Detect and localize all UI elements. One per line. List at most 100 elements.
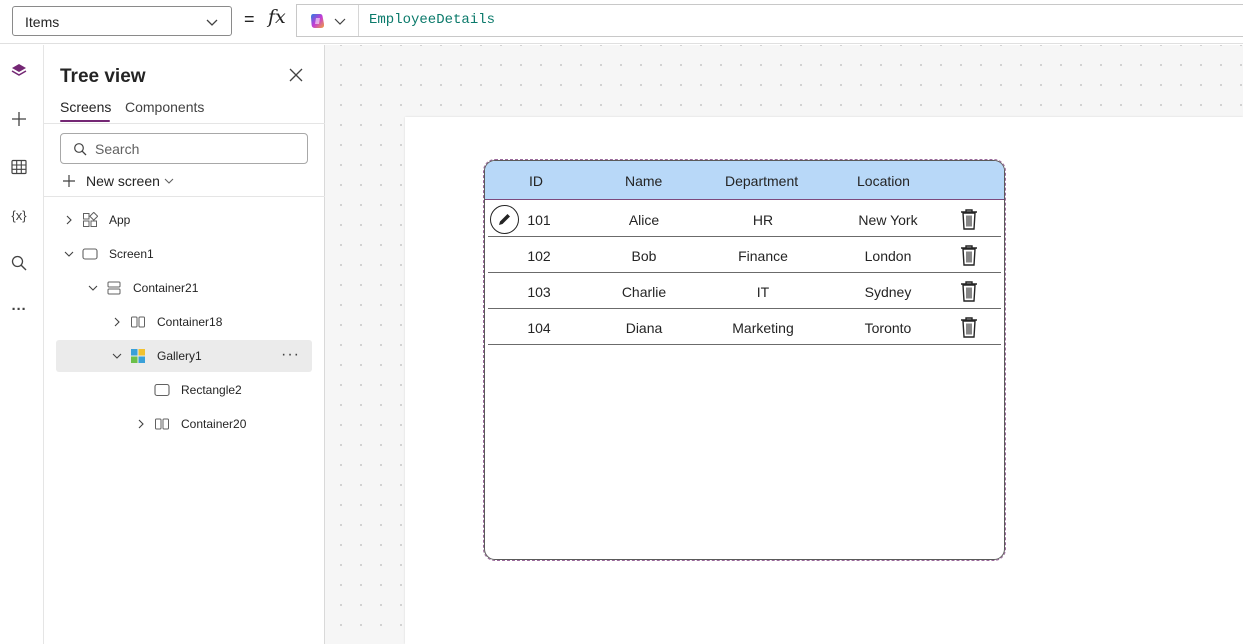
formula-input[interactable]: EmployeeDetails bbox=[296, 4, 1243, 37]
equals-sign: = bbox=[244, 9, 255, 29]
tree-node-label: Gallery1 bbox=[157, 349, 202, 363]
search-button[interactable] bbox=[8, 252, 30, 274]
chevron-down-icon bbox=[206, 19, 218, 26]
tree-node-container21[interactable]: Container21 bbox=[56, 273, 312, 303]
tree-node-container20[interactable]: Container20 bbox=[56, 409, 312, 439]
cell-department: IT bbox=[756, 284, 770, 300]
insert-button[interactable] bbox=[8, 108, 30, 130]
search-placeholder: Search bbox=[95, 141, 140, 157]
header-department: Department bbox=[725, 173, 799, 189]
tree-node-screen1[interactable]: Screen1 bbox=[56, 239, 312, 269]
more-button[interactable]: ··· bbox=[8, 298, 30, 320]
tree-view-button[interactable] bbox=[8, 60, 30, 82]
fx-icon[interactable]: fx bbox=[268, 6, 286, 28]
tree-node-gallery1[interactable]: Gallery1 ··· bbox=[56, 340, 312, 372]
new-screen-button[interactable]: New screen bbox=[62, 171, 174, 191]
variables-icon: {x} bbox=[11, 207, 27, 223]
tree-node-rectangle2[interactable]: Rectangle2 bbox=[56, 375, 312, 405]
close-icon[interactable] bbox=[288, 67, 304, 83]
cell-location: Toronto bbox=[864, 320, 912, 336]
tree-node-label: Screen1 bbox=[109, 247, 154, 261]
chevron-down-icon bbox=[334, 18, 346, 25]
table-icon bbox=[11, 159, 27, 175]
cell-id: 102 bbox=[527, 248, 551, 264]
tab-screens[interactable]: Screens bbox=[60, 99, 111, 115]
tab-components[interactable]: Components bbox=[125, 99, 204, 115]
tree-view-panel: Tree view Screens Components Search New … bbox=[44, 45, 325, 644]
chevron-down-icon[interactable] bbox=[64, 249, 74, 259]
pencil-icon bbox=[499, 214, 510, 225]
plus-icon bbox=[63, 175, 75, 187]
cell-id: 104 bbox=[527, 320, 551, 336]
vertical-container-icon bbox=[107, 281, 121, 295]
cell-name: Bob bbox=[631, 248, 657, 264]
horizontal-container-icon bbox=[155, 418, 169, 430]
divider bbox=[44, 123, 325, 124]
tree-view-title: Tree view bbox=[60, 66, 146, 87]
rectangle-icon bbox=[154, 383, 170, 397]
more-options-icon[interactable]: ··· bbox=[281, 346, 300, 364]
gallery-row[interactable]: 102 Bob Finance London bbox=[488, 237, 1001, 273]
trash-icon[interactable] bbox=[960, 316, 978, 338]
screen-icon bbox=[82, 248, 98, 260]
cell-location: London bbox=[864, 248, 912, 264]
cell-name: Charlie bbox=[621, 284, 667, 300]
data-button[interactable] bbox=[8, 156, 30, 178]
trash-icon[interactable] bbox=[960, 280, 978, 302]
copilot-icon bbox=[311, 14, 325, 28]
tree-node-label: App bbox=[109, 213, 131, 227]
header-name: Name bbox=[625, 173, 663, 189]
trash-icon[interactable] bbox=[960, 208, 978, 230]
gallery1[interactable]: ID Name Department Location 101 Alice HR… bbox=[483, 159, 1006, 561]
property-value: Items bbox=[25, 14, 60, 30]
formula-text[interactable]: EmployeeDetails bbox=[369, 12, 495, 28]
gallery-header: ID Name Department Location bbox=[485, 161, 1004, 200]
tree-node-label: Container21 bbox=[133, 281, 199, 295]
cell-location: Sydney bbox=[864, 284, 912, 300]
chevron-down-icon[interactable] bbox=[88, 283, 98, 293]
edit-button[interactable] bbox=[490, 205, 519, 234]
tree-node-container18[interactable]: Container18 bbox=[56, 307, 312, 337]
gallery-row[interactable]: 104 Diana Marketing Toronto bbox=[488, 309, 1001, 345]
plus-icon bbox=[12, 112, 26, 126]
search-input[interactable]: Search bbox=[60, 133, 308, 164]
tree-node-app[interactable]: App bbox=[56, 205, 312, 235]
more-icon: ··· bbox=[11, 300, 27, 318]
horizontal-container-icon bbox=[131, 316, 145, 328]
chevron-down-icon bbox=[164, 178, 174, 184]
left-rail: {x} ··· bbox=[0, 45, 44, 644]
design-canvas[interactable]: ID Name Department Location 101 Alice HR… bbox=[325, 45, 1243, 644]
chevron-down-icon[interactable] bbox=[112, 351, 122, 361]
gallery-icon bbox=[131, 349, 145, 363]
property-dropdown[interactable]: Items bbox=[12, 6, 232, 36]
chevron-right-icon[interactable] bbox=[136, 419, 146, 429]
chevron-right-icon[interactable] bbox=[64, 215, 74, 225]
tree-node-label: Container20 bbox=[181, 417, 247, 431]
cell-department: Marketing bbox=[732, 320, 794, 336]
cell-name: Diana bbox=[625, 320, 663, 336]
cell-id: 101 bbox=[527, 212, 551, 228]
cell-name: Alice bbox=[628, 212, 660, 228]
variables-button[interactable]: {x} bbox=[8, 204, 30, 226]
cell-id: 103 bbox=[527, 284, 551, 300]
tree-node-label: Container18 bbox=[157, 315, 223, 329]
header-location: Location bbox=[857, 173, 910, 189]
chevron-right-icon[interactable] bbox=[112, 317, 122, 327]
tree-node-label: Rectangle2 bbox=[181, 383, 242, 397]
formula-bar: Items = fx EmployeeDetails bbox=[0, 0, 1243, 44]
cell-department: Finance bbox=[738, 248, 788, 264]
layers-icon bbox=[11, 64, 27, 76]
copilot-button[interactable] bbox=[297, 5, 359, 36]
search-icon bbox=[11, 255, 27, 271]
app-icon bbox=[83, 212, 98, 227]
divider bbox=[44, 196, 325, 197]
search-icon bbox=[74, 143, 87, 156]
new-screen-label: New screen bbox=[86, 173, 160, 189]
header-id: ID bbox=[529, 173, 543, 189]
gallery-row[interactable]: 101 Alice HR New York bbox=[488, 201, 1001, 237]
gallery-row[interactable]: 103 Charlie IT Sydney bbox=[488, 273, 1001, 309]
cell-location: New York bbox=[858, 212, 918, 228]
active-tab-indicator bbox=[60, 120, 110, 122]
trash-icon[interactable] bbox=[960, 244, 978, 266]
cell-department: HR bbox=[752, 212, 774, 228]
